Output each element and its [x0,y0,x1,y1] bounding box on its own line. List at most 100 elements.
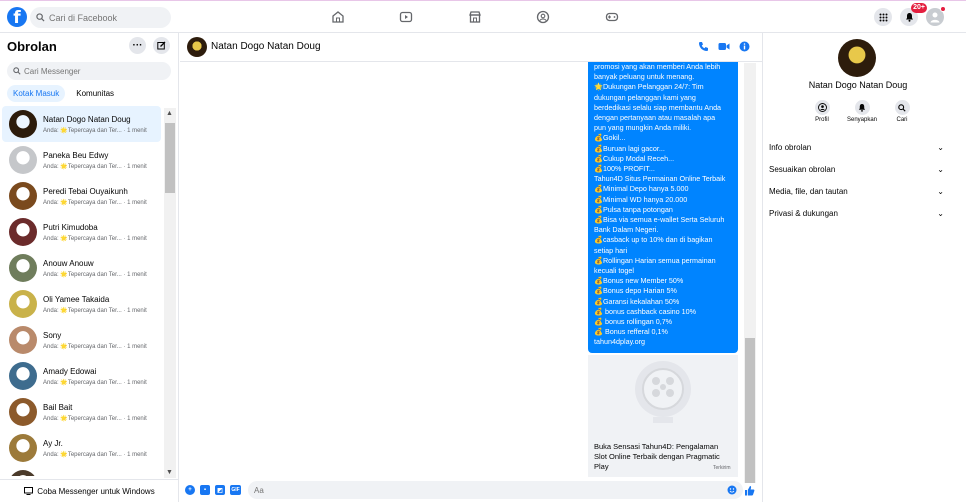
search-icon [36,13,45,22]
profile-action[interactable]: Profil [807,100,837,123]
notifications-badge: 20+ [911,3,927,13]
avatar [9,182,37,210]
conversation-item[interactable]: Anouw Anouw Anda: 🌟Tepercaya dan Ter... ·… [2,250,161,286]
video-call-icon[interactable] [718,41,730,52]
menu-button[interactable] [874,8,892,26]
avatar [9,398,37,426]
account-controls: 20+ [874,3,946,26]
avatar [9,434,37,462]
message-line: 💰 Bonus refferal 0,1% [594,327,668,337]
bell-icon [905,13,913,22]
info-icon[interactable] [739,41,750,52]
conversation-item[interactable]: Bail Bait Anda: 🌟Tepercaya dan Ter... · 1… [2,394,161,430]
chevron-down-icon: ⌄ [937,208,944,218]
contact-name: Natan Dogo Natan Doug [808,80,908,90]
account-alert-dot [940,6,946,12]
message-line: pun yang mungkin Anda miliki. [594,123,692,133]
scroll-up-icon[interactable]: ▲ [166,110,173,117]
search-icon [13,67,21,75]
conversation-name: Natan Dogo Natan Doug [43,114,131,124]
scroll-thumb[interactable] [165,123,175,193]
contact-avatar-large[interactable] [838,39,876,77]
menu-customize-chat[interactable]: Sesuaikan obrolan ⌄ [763,158,953,180]
conversation-preview: Anda: 🌟Tepercaya dan Ter... · 1 menit [43,415,147,422]
conversation-item[interactable]: Natan Dogo Natan Doug Anda: 🌟Tepercaya da… [2,106,161,142]
chat-contact-name[interactable]: Natan Dogo Natan Doug [211,41,321,52]
conversation-item[interactable]: Ay Jr. Anda: 🌟Tepercaya dan Ter... · 1 me… [2,430,161,466]
facebook-search[interactable] [30,7,171,28]
chat-details-panel: Natan Dogo Natan Doug Profil Senyapkan C… [762,33,966,502]
message-line: 💰Minimal Depo hanya 5.000 [594,184,689,194]
options-button[interactable]: ··· [129,37,146,54]
mute-action[interactable]: Senyapkan [847,100,877,123]
conversation-item[interactable]: Amady Edowai Anda: 🌟Tepercaya dan Ter... … [2,358,161,394]
conversation-preview: Anda: 🌟Tepercaya dan Ter... · 1 menit [43,451,147,458]
chat-header: Natan Dogo Natan Doug [180,33,762,62]
message-scroll-thumb[interactable] [745,338,755,483]
menu-media-files[interactable]: Media, file, dan tautan ⌄ [763,180,953,202]
account-avatar[interactable] [926,6,946,26]
emoji-icon[interactable] [727,485,737,495]
menu-chat-info[interactable]: Info obrolan ⌄ [763,136,953,158]
try-messenger-windows[interactable]: Coba Messenger untuk Windows [0,479,179,502]
video-icon[interactable] [399,10,413,24]
conversation-item[interactable]: Paneka Beu Edwy Anda: 🌟Tepercaya dan Ter.… [2,142,161,178]
gaming-icon[interactable] [605,10,619,24]
conversation-scrollbar[interactable]: ▲ ▼ [164,108,176,478]
avatar [9,218,37,246]
message-line: 💰casback up to 10% dan di bagikan [594,235,713,245]
conversation-preview: Anda: 🌟Tepercaya dan Ter... · 1 menit [43,307,147,314]
message-list: promosi yang akan memberi Anda lebih bany… [180,62,762,477]
chat-avatar[interactable] [187,37,207,57]
conversation-item[interactable]: Sony Anda: 🌟Tepercaya dan Ter... · 1 meni… [2,322,161,358]
groups-icon[interactable] [536,10,550,24]
conversation-name: Amady Edowai [43,366,97,376]
conversation-name: Putri Kimudoba [43,222,98,232]
conversation-item[interactable]: Putri Kimudoba Anda: 🌟Tepercaya dan Ter..… [2,214,161,250]
conversation-item[interactable]: Oli Yamee Takaida Anda: 🌟Tepercaya dan Te… [2,286,161,322]
message-line: setiap hari [594,245,628,255]
conversation-text: Anouw Anouw Anda: 🌟Tepercaya dan Ter... ·… [43,259,147,278]
link-preview-card[interactable]: Buka Sensasi Tahun4D: Pengalaman Slot On… [588,355,738,477]
photo-icon[interactable]: ▪ [200,485,210,495]
message-line: 💰Bisa via semua e-wallet Serta Seluruh [594,215,725,225]
conversation-list: Natan Dogo Natan Doug Anda: 🌟Tepercaya da… [0,106,163,476]
gif-icon[interactable]: GIF [230,485,241,495]
new-message-button[interactable] [153,37,170,54]
search-action[interactable]: Cari [887,100,917,123]
like-icon[interactable] [744,485,755,496]
avatar [9,110,37,138]
conversation-preview: Anda: 🌟Tepercaya dan Ter... · 1 menit [43,163,147,170]
home-icon[interactable] [331,10,345,24]
menu-privacy-support[interactable]: Privasi & dukungan ⌄ [763,202,953,224]
message-line: tahun4dplay.org [594,337,646,347]
tab-communities[interactable]: Komunitas [70,85,120,102]
more-actions-icon[interactable]: + [185,485,195,495]
messenger-search[interactable] [7,62,171,80]
phone-icon[interactable] [698,41,709,52]
conversation-item[interactable] [2,466,161,476]
sticker-icon[interactable]: ◩ [215,485,225,495]
tab-inbox[interactable]: Kotak Masuk [7,85,66,102]
conversation-text: Ay Jr. Anda: 🌟Tepercaya dan Ter... · 1 me… [43,439,147,458]
message-line: 💰100% PROFIT... [594,164,655,174]
avatar [9,470,37,476]
conversation-preview: Anda: 🌟Tepercaya dan Ter... · 1 menit [43,379,147,386]
notifications-button[interactable]: 20+ [900,3,927,26]
marketplace-icon[interactable] [468,10,482,24]
message-line: banyak peluang untuk menang. [594,72,695,82]
facebook-search-input[interactable] [49,12,159,23]
message-scrollbar[interactable] [744,63,756,483]
messenger-search-input[interactable] [24,66,154,76]
conversation-item[interactable]: Peredi Tebai Ouyaikunh Anda: 🌟Tepercaya d… [2,178,161,214]
message-input[interactable] [254,485,714,495]
top-bar: f 20+ [0,0,966,33]
avatar [9,254,37,282]
message-input-box[interactable] [248,481,743,499]
sent-status: Terkirim [713,465,731,471]
chevron-down-icon: ⌄ [937,142,944,152]
chevron-down-icon: ⌄ [937,164,944,174]
message-bubble[interactable]: promosi yang akan memberi Anda lebih bany… [588,62,738,353]
facebook-logo[interactable]: f [7,7,27,28]
scroll-down-icon[interactable]: ▼ [166,469,173,476]
